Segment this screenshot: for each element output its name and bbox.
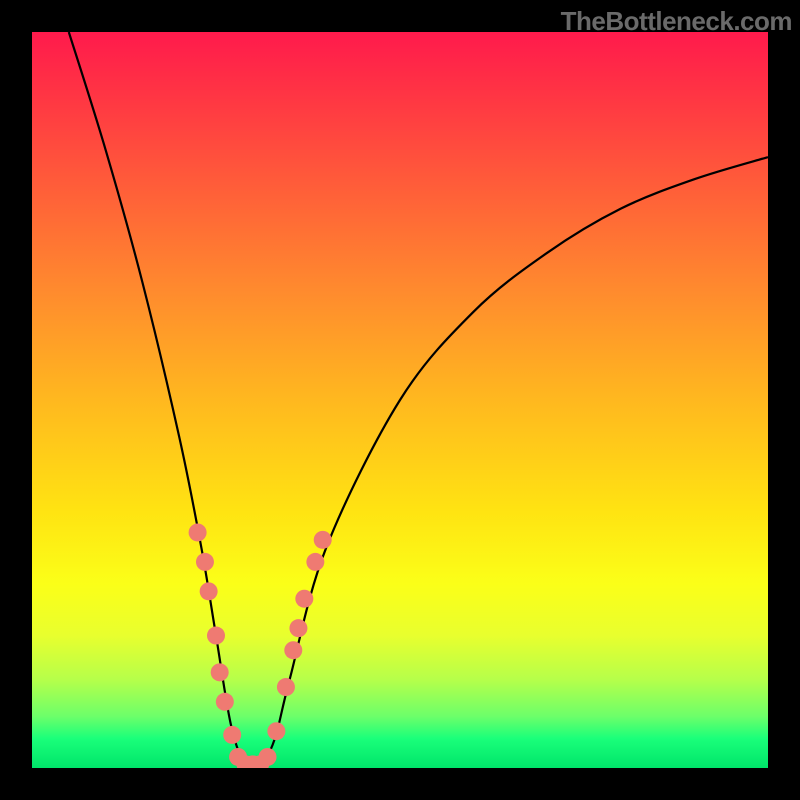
data-marker — [314, 531, 332, 549]
data-marker — [306, 553, 324, 571]
watermark-text: TheBottleneck.com — [561, 6, 792, 37]
bottleneck-curve — [69, 32, 768, 768]
data-marker — [211, 663, 229, 681]
chart-svg — [32, 32, 768, 768]
data-marker — [295, 590, 313, 608]
data-marker — [267, 722, 285, 740]
data-marker — [223, 726, 241, 744]
data-marker — [189, 523, 207, 541]
data-marker — [284, 641, 302, 659]
data-marker — [200, 582, 218, 600]
chart-container: TheBottleneck.com — [0, 0, 800, 800]
data-marker — [259, 748, 277, 766]
marker-group — [189, 523, 332, 768]
data-marker — [216, 693, 234, 711]
plot-area — [32, 32, 768, 768]
data-marker — [277, 678, 295, 696]
data-marker — [289, 619, 307, 637]
data-marker — [207, 627, 225, 645]
data-marker — [196, 553, 214, 571]
